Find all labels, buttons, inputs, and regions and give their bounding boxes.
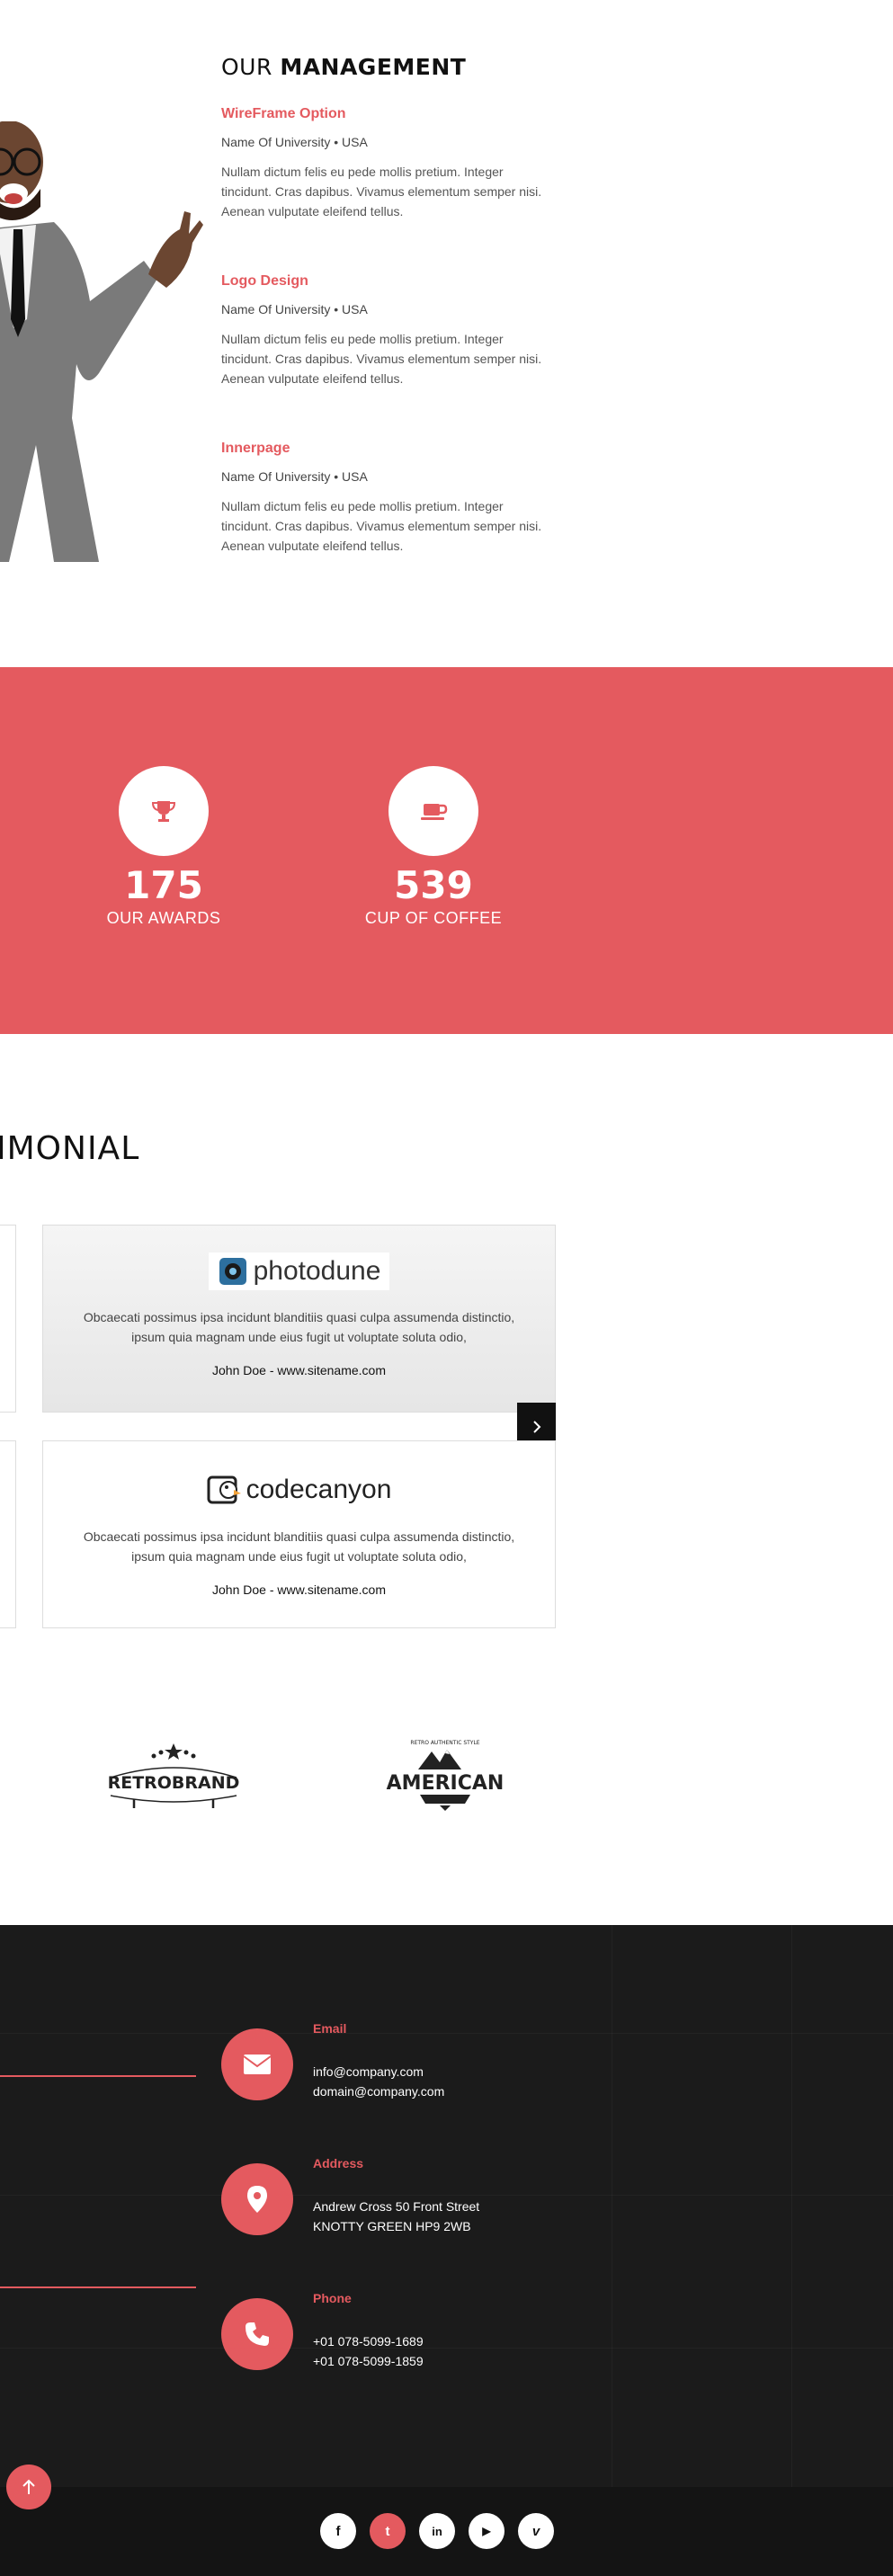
management-title: OUR MANAGEMENT bbox=[221, 54, 466, 80]
management-item-name[interactable]: Innerpage bbox=[221, 441, 545, 457]
contact-address-line: Andrew Cross 50 Front Street bbox=[313, 2199, 480, 2214]
trophy-icon bbox=[151, 801, 176, 822]
testimonial-title: IMONIAL bbox=[0, 1130, 140, 1167]
testimonial-card-partial bbox=[0, 1440, 16, 1628]
photodune-logo: photodune bbox=[208, 1252, 390, 1290]
management-item-university: Name Of University • USA bbox=[221, 469, 368, 484]
contact-address-line: KNOTTY GREEN HP9 2WB bbox=[313, 2219, 471, 2233]
management-item: WireFrame Option Name Of University • US… bbox=[221, 106, 545, 221]
management-item-university: Name Of University • USA bbox=[221, 302, 368, 316]
vimeo-icon[interactable]: v bbox=[518, 2513, 554, 2549]
coffee-cup-icon bbox=[421, 804, 448, 820]
retrobrand-logo-text: RETROBRAND bbox=[108, 1773, 240, 1793]
management-item-university: Name Of University • USA bbox=[221, 135, 368, 149]
management-title-bold: MANAGEMENT bbox=[280, 54, 467, 80]
phone-icon-circle bbox=[221, 2298, 293, 2370]
contact-email-line[interactable]: info@company.com bbox=[313, 2064, 424, 2079]
map-background-line bbox=[791, 1925, 792, 2487]
stat-awards: 175 OUR AWARDS bbox=[74, 766, 254, 928]
contact-phone-line[interactable]: +01 078-5099-1689 bbox=[313, 2334, 424, 2349]
american-logo-text: AMERICAN bbox=[387, 1772, 505, 1795]
contact-phone-line[interactable]: +01 078-5099-1859 bbox=[313, 2354, 424, 2368]
map-marker-icon bbox=[247, 2186, 267, 2213]
stat-icon-circle bbox=[388, 766, 478, 856]
management-section: OUR MANAGEMENT WireFrame Option Name Of … bbox=[0, 0, 893, 665]
map-background-line bbox=[0, 2348, 893, 2349]
retrobrand-logo[interactable]: RETROBRAND bbox=[102, 1740, 246, 1812]
testimonial-card-partial bbox=[0, 1225, 16, 1413]
management-item-name[interactable]: Logo Design bbox=[221, 273, 545, 290]
stat-number: 539 bbox=[394, 863, 473, 907]
linkedin-icon[interactable]: in bbox=[419, 2513, 455, 2549]
management-title-light: OUR bbox=[221, 54, 272, 80]
youtube-icon[interactable]: ▶ bbox=[469, 2513, 505, 2549]
envelope-icon bbox=[243, 2055, 272, 2074]
stat-coffee: 539 CUP OF COFFEE bbox=[344, 766, 523, 928]
testimonial-text: Obcaecati possimus ipsa incidunt blandit… bbox=[83, 1310, 515, 1344]
arrow-up-icon bbox=[22, 2479, 35, 2494]
contact-email-label: Email bbox=[313, 2021, 347, 2036]
page: OUR MANAGEMENT WireFrame Option Name Of … bbox=[0, 0, 893, 2576]
testimonial-author: John Doe - www.sitename.com bbox=[212, 1363, 386, 1377]
photodune-logo-icon bbox=[219, 1258, 246, 1285]
management-item-description: Nullam dictum felis eu pede mollis preti… bbox=[221, 499, 542, 553]
contact-email-line[interactable]: domain@company.com bbox=[313, 2084, 444, 2099]
divider-line bbox=[0, 2075, 196, 2077]
stat-label: OUR AWARDS bbox=[106, 909, 221, 927]
address-icon-circle bbox=[221, 2163, 293, 2235]
stat-label: CUP OF COFFEE bbox=[364, 909, 503, 927]
management-item-name[interactable]: WireFrame Option bbox=[221, 106, 545, 122]
scroll-to-top-button[interactable] bbox=[6, 2465, 51, 2509]
phone-icon bbox=[246, 2322, 269, 2346]
map-background-line bbox=[0, 2033, 893, 2034]
map-background-line bbox=[0, 2195, 893, 2196]
codecanyon-logo-icon bbox=[207, 1475, 241, 1504]
chevron-right-icon bbox=[532, 1421, 540, 1433]
american-logo-tagline: RETRO AUTHENTIC STYLE bbox=[410, 1740, 479, 1746]
management-person-image bbox=[0, 121, 203, 562]
stat-number: 175 bbox=[124, 863, 203, 907]
codecanyon-logo-text: codecanyon bbox=[246, 1475, 392, 1504]
email-icon-circle bbox=[221, 2028, 293, 2100]
photodune-logo-text: photodune bbox=[253, 1256, 381, 1286]
testimonial-card: photodune Obcaecati possimus ipsa incidu… bbox=[42, 1225, 556, 1413]
testimonial-text: Obcaecati possimus ipsa incidunt blandit… bbox=[83, 1529, 515, 1564]
management-item-description: Nullam dictum felis eu pede mollis preti… bbox=[221, 165, 542, 218]
twitter-icon[interactable]: t bbox=[370, 2513, 406, 2549]
contact-address-label: Address bbox=[313, 2156, 364, 2170]
stat-icon-circle bbox=[119, 766, 209, 856]
codecanyon-logo: codecanyon bbox=[207, 1474, 392, 1506]
american-logo[interactable]: RETRO AUTHENTIC STYLE AMERICAN bbox=[382, 1735, 508, 1816]
management-item-description: Nullam dictum felis eu pede mollis preti… bbox=[221, 332, 542, 386]
facebook-icon[interactable]: f bbox=[320, 2513, 356, 2549]
management-item: Logo Design Name Of University • USA Nul… bbox=[221, 273, 545, 388]
stats-section: 175 OUR AWARDS 539 CUP OF COFFEE bbox=[0, 667, 893, 1034]
testimonial-author: John Doe - www.sitename.com bbox=[212, 1582, 386, 1597]
testimonial-card: codecanyon Obcaecati possimus ipsa incid… bbox=[42, 1440, 556, 1628]
divider-line bbox=[0, 2286, 196, 2288]
contact-phone-label: Phone bbox=[313, 2291, 352, 2305]
management-item: Innerpage Name Of University • USA Nulla… bbox=[221, 441, 545, 556]
